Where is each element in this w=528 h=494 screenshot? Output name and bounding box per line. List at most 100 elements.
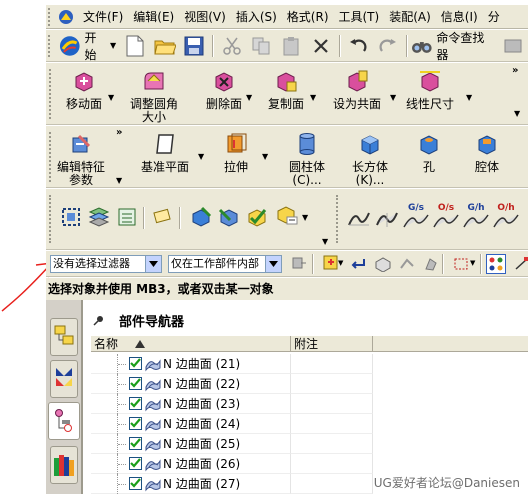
pin-icon[interactable] xyxy=(93,314,105,326)
save-button[interactable] xyxy=(182,34,206,58)
copy-face-button[interactable]: 复制面 xyxy=(266,69,306,111)
endpoint-snap-button[interactable] xyxy=(513,254,528,274)
menu-tools[interactable]: 工具(T) xyxy=(334,8,385,25)
open-button[interactable] xyxy=(153,34,177,58)
select-edges-button[interactable] xyxy=(397,254,417,274)
select-features-button[interactable] xyxy=(349,254,369,274)
visibility-checkbox[interactable] xyxy=(129,357,142,370)
start-button[interactable]: 开始 ▼ xyxy=(58,29,116,63)
command-finder-button[interactable]: 命令查找器 xyxy=(411,29,496,63)
menu-insert[interactable]: 插入(S) xyxy=(231,8,282,25)
select-faces-button[interactable] xyxy=(421,254,441,274)
column-notes[interactable]: 附注 xyxy=(291,336,373,352)
toolbar-grip[interactable] xyxy=(48,34,54,57)
continuity-oh-button[interactable]: O/h xyxy=(492,203,520,231)
layer-settings-button[interactable] xyxy=(115,205,139,229)
menu-file[interactable]: 文件(F) xyxy=(78,8,128,25)
tree-row[interactable]: N 边曲面 (22) xyxy=(91,374,528,394)
assembly-navigator-tab[interactable] xyxy=(50,318,78,356)
rectangle-select-button[interactable] xyxy=(451,254,471,274)
tree-row[interactable]: N 边曲面 (25) xyxy=(91,434,528,454)
menu-information[interactable]: 信息(I) xyxy=(436,8,483,25)
grip-divider[interactable] xyxy=(336,195,339,243)
scope-filter-dropdown[interactable]: 仅在工作部件内部 xyxy=(168,255,282,273)
type-filter-dropdown[interactable]: 没有选择过滤器 xyxy=(50,255,162,273)
chevron-down-icon[interactable]: ▼ xyxy=(116,176,122,185)
layers-button[interactable] xyxy=(87,205,111,229)
chevron-down-icon[interactable]: ▼ xyxy=(108,93,114,102)
check-geometry-button[interactable] xyxy=(245,205,269,229)
surface-analysis-button[interactable] xyxy=(347,207,371,231)
attribute-button[interactable] xyxy=(275,203,299,227)
more-button[interactable] xyxy=(501,34,525,58)
feature-playback-button[interactable] xyxy=(189,205,213,229)
resize-blend-button[interactable]: 调整圆角大小 xyxy=(126,69,182,124)
delete-face-button[interactable]: 删除面 xyxy=(204,69,244,111)
extrude-button[interactable]: 拉伸 xyxy=(216,132,256,174)
chevron-down-icon[interactable]: ▼ xyxy=(246,93,252,102)
continuity-gh-button[interactable]: G/h xyxy=(462,203,490,231)
menu-assemblies[interactable]: 装配(A) xyxy=(384,8,436,25)
make-coplanar-button[interactable]: 设为共面 xyxy=(328,69,386,111)
continuity-gs-button[interactable]: G/s xyxy=(402,203,430,231)
pocket-button[interactable]: 腔体 xyxy=(470,132,504,174)
chevron-down-icon[interactable]: ▼ xyxy=(310,93,316,102)
tree-row[interactable]: N 边曲面 (21) xyxy=(91,354,528,374)
reuse-library-tab[interactable] xyxy=(50,446,78,484)
paste-button[interactable] xyxy=(279,34,303,58)
chevron-down-icon[interactable]: ▼ xyxy=(470,259,475,267)
hole-button[interactable]: 孔 xyxy=(414,132,444,174)
chevron-down-icon[interactable]: ▼ xyxy=(262,152,268,161)
toolbar-options-button[interactable]: ▼ xyxy=(514,109,520,118)
chevron-down-icon[interactable]: ▼ xyxy=(338,259,343,267)
chevron-down-icon[interactable]: ▼ xyxy=(322,237,328,246)
edit-feature-parameters-button[interactable]: 编辑特征参数 xyxy=(54,132,108,187)
surface-deviation-button[interactable] xyxy=(375,207,399,231)
filter-settings-button[interactable] xyxy=(289,253,309,273)
datum-plane-button[interactable]: 基准平面 xyxy=(138,132,192,174)
toolbar-grip[interactable] xyxy=(49,69,52,119)
snap-point-button[interactable] xyxy=(486,254,506,274)
wave-link-button[interactable] xyxy=(217,205,241,229)
chevron-down-icon[interactable]: ▼ xyxy=(302,213,308,222)
chevron-down-icon[interactable]: ▼ xyxy=(466,93,472,102)
part-navigator-tab[interactable] xyxy=(48,402,80,440)
tree-row[interactable]: N 边曲面 (23) xyxy=(91,394,528,414)
linear-dimension-button[interactable]: 线性尺寸 xyxy=(402,69,458,111)
visibility-checkbox[interactable] xyxy=(129,377,142,390)
assembly-constraint-button[interactable] xyxy=(59,205,83,229)
visibility-checkbox[interactable] xyxy=(129,457,142,470)
tree-row[interactable]: N 边曲面 (26) xyxy=(91,454,528,474)
redo-button[interactable] xyxy=(376,34,400,58)
menu-edit[interactable]: 编辑(E) xyxy=(128,8,179,25)
toolbar-grip[interactable] xyxy=(48,7,54,26)
column-name[interactable]: 名称 xyxy=(91,336,291,352)
visibility-checkbox[interactable] xyxy=(129,437,142,450)
visibility-checkbox[interactable] xyxy=(129,397,142,410)
copy-button[interactable] xyxy=(250,34,274,58)
toolbar-overflow-button[interactable]: » xyxy=(512,65,518,76)
delete-button[interactable] xyxy=(309,34,333,58)
select-bodies-button[interactable] xyxy=(373,254,393,274)
cut-button[interactable] xyxy=(220,34,244,58)
chevron-down-icon[interactable]: ▼ xyxy=(198,152,204,161)
continuity-os-button[interactable]: O/s xyxy=(432,203,460,231)
constraint-navigator-tab[interactable] xyxy=(50,360,78,398)
menu-analysis[interactable]: 分 xyxy=(483,8,505,25)
visibility-checkbox[interactable] xyxy=(129,477,142,490)
toolbar-overflow-button[interactable]: » xyxy=(116,127,122,138)
cylinder-button[interactable]: 圆柱体(C)... xyxy=(278,132,336,187)
move-face-button[interactable]: 移动面 xyxy=(62,69,106,111)
undo-button[interactable] xyxy=(347,34,371,58)
annotation-button[interactable] xyxy=(151,205,175,229)
toolbar-grip[interactable] xyxy=(49,195,52,243)
chevron-down-icon[interactable]: ▼ xyxy=(390,93,396,102)
menu-format[interactable]: 格式(R) xyxy=(282,8,334,25)
visibility-checkbox[interactable] xyxy=(129,417,142,430)
chevron-down-icon[interactable] xyxy=(265,256,281,272)
new-file-button[interactable] xyxy=(123,34,147,58)
chevron-down-icon[interactable] xyxy=(145,256,161,272)
menu-view[interactable]: 视图(V) xyxy=(179,8,231,25)
tree-row[interactable]: N 边曲面 (24) xyxy=(91,414,528,434)
toolbar-grip[interactable] xyxy=(49,132,52,182)
